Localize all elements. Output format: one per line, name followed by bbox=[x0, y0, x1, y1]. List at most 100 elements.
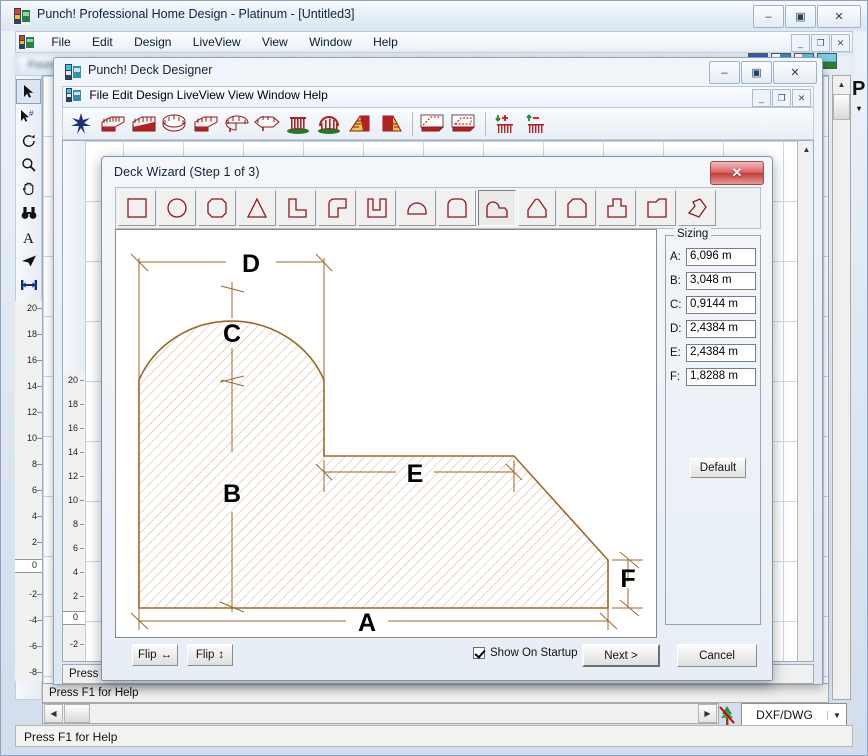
shape-square[interactable] bbox=[118, 190, 156, 226]
stairs-left-icon[interactable] bbox=[345, 110, 375, 138]
stairs-right-icon[interactable] bbox=[376, 110, 406, 138]
deck-designer-titlebar: Punch! Deck Designer – ▣ ✕ bbox=[54, 58, 822, 86]
flip-vertical-button[interactable]: Flip ↕ bbox=[187, 644, 233, 666]
sizing-input-d[interactable]: 2,4384 m bbox=[686, 320, 756, 338]
deck-menu-window[interactable]: Window bbox=[257, 88, 300, 102]
shape-chamfer-top[interactable] bbox=[558, 190, 596, 226]
plant-tool-icon[interactable] bbox=[717, 704, 737, 726]
close-button[interactable]: ✕ bbox=[817, 5, 861, 28]
shape-dome-step[interactable] bbox=[478, 190, 516, 226]
paper-plane-tool[interactable] bbox=[17, 249, 40, 272]
deck-vertical-scrollbar[interactable]: ▲ bbox=[797, 141, 813, 661]
deck-plan-icon[interactable] bbox=[418, 110, 448, 138]
zoom-tool[interactable] bbox=[17, 153, 40, 176]
default-button[interactable]: Default bbox=[690, 458, 746, 478]
show-on-startup-checkbox[interactable] bbox=[473, 647, 485, 659]
pan-hand-tool[interactable] bbox=[17, 177, 40, 200]
wizard-close-button[interactable]: ✕ bbox=[710, 161, 764, 185]
shape-u[interactable] bbox=[358, 190, 396, 226]
deck-menu-view[interactable]: View bbox=[228, 88, 254, 102]
sizing-input-e[interactable]: 2,4384 m bbox=[686, 344, 756, 362]
deck-menu-design[interactable]: Design bbox=[136, 88, 173, 102]
sizing-input-f[interactable]: 1,8288 m bbox=[686, 368, 756, 386]
ruler-label: 16 bbox=[27, 355, 37, 365]
punch-logo-button[interactable]: P▾ bbox=[852, 79, 866, 113]
shape-flask[interactable] bbox=[598, 190, 636, 226]
export-format-combo[interactable]: DXF/DWG ▼ bbox=[741, 703, 847, 727]
deck-rect2-icon[interactable] bbox=[128, 110, 158, 138]
scroll-up-icon[interactable]: ▲ bbox=[833, 76, 850, 92]
scroll-thumb[interactable] bbox=[833, 94, 850, 120]
select-multiple-tool[interactable]: # bbox=[17, 105, 40, 128]
rotate-tool[interactable] bbox=[17, 129, 40, 152]
deck-angled-icon[interactable] bbox=[190, 110, 220, 138]
menu-window[interactable]: Window bbox=[300, 32, 361, 52]
flip-horizontal-button[interactable]: Flip ↔ bbox=[132, 644, 178, 666]
sizing-input-a[interactable]: 6,096 m bbox=[686, 248, 756, 266]
lower-deck-icon[interactable] bbox=[522, 110, 552, 138]
deck-ruler-label: 2 bbox=[73, 591, 78, 601]
deck-wizard-icon[interactable] bbox=[66, 110, 96, 138]
shape-ell[interactable] bbox=[278, 190, 316, 226]
railing-curved-icon[interactable] bbox=[314, 110, 344, 138]
shape-circle[interactable] bbox=[158, 190, 196, 226]
menu-file[interactable]: File bbox=[42, 32, 79, 52]
menu-design[interactable]: Design bbox=[125, 32, 180, 52]
deck-minimize-button[interactable]: – bbox=[709, 61, 740, 84]
deck-oval-icon[interactable] bbox=[159, 110, 189, 138]
deck-plan2-icon[interactable] bbox=[449, 110, 479, 138]
deck-maximize-button[interactable]: ▣ bbox=[741, 61, 772, 84]
shape-half-round[interactable] bbox=[398, 190, 436, 226]
raise-deck-icon[interactable] bbox=[491, 110, 521, 138]
deck-rect-icon[interactable] bbox=[97, 110, 127, 138]
mdi-minimize-button[interactable]: _ bbox=[791, 34, 810, 52]
dimension-label-a: A bbox=[358, 609, 376, 637]
deck-scroll-up-icon[interactable]: ▲ bbox=[798, 141, 814, 157]
sizing-input-b[interactable]: 3,048 m bbox=[686, 272, 756, 290]
shape-rounded-top[interactable] bbox=[438, 190, 476, 226]
shape-peak[interactable] bbox=[518, 190, 556, 226]
menu-edit[interactable]: Edit bbox=[83, 32, 122, 52]
deck-close-button[interactable]: ✕ bbox=[773, 61, 817, 84]
menu-help[interactable]: Help bbox=[364, 32, 407, 52]
menu-liveview[interactable]: LiveView bbox=[184, 32, 250, 52]
deck-pie-icon[interactable] bbox=[221, 110, 251, 138]
chevron-down-icon[interactable]: ▼ bbox=[827, 711, 846, 720]
sizing-label-c: C: bbox=[670, 299, 686, 311]
hscroll-thumb[interactable] bbox=[64, 704, 90, 723]
screen: Punch! Professional Home Design - Platin… bbox=[0, 0, 868, 756]
deck-mdi-restore-button[interactable]: ❐ bbox=[772, 89, 791, 107]
maximize-button[interactable]: ▣ bbox=[785, 5, 816, 28]
deck-menu-help[interactable]: Help bbox=[303, 88, 328, 102]
deck-designer-title: Punch! Deck Designer bbox=[88, 63, 212, 77]
deck-mdi-minimize-button[interactable]: _ bbox=[752, 89, 771, 107]
deck-menu-liveview[interactable]: LiveView bbox=[177, 88, 225, 102]
next-button[interactable]: Next > bbox=[582, 644, 660, 667]
deck-mdi-close-button[interactable]: ✕ bbox=[792, 89, 811, 107]
scroll-right-icon[interactable]: ▶ bbox=[698, 704, 717, 723]
binoculars-tool[interactable] bbox=[17, 201, 40, 224]
shape-octagon[interactable] bbox=[198, 190, 236, 226]
deck-menu-edit[interactable]: Edit bbox=[112, 88, 133, 102]
sizing-input-c[interactable]: 0,9144 m bbox=[686, 296, 756, 314]
mdi-close-button[interactable]: ✕ bbox=[831, 34, 850, 52]
dimension-tool[interactable] bbox=[17, 273, 40, 296]
document-horizontal-scrollbar[interactable]: ◀ ▶ bbox=[42, 703, 719, 724]
shape-corner-cut[interactable] bbox=[638, 190, 676, 226]
main-vertical-scrollbar[interactable]: ▲ bbox=[832, 75, 851, 700]
toolbar-separator bbox=[485, 112, 486, 136]
menu-view[interactable]: View bbox=[253, 32, 297, 52]
select-arrow-tool[interactable] bbox=[16, 79, 41, 104]
text-tool[interactable]: A bbox=[17, 225, 40, 248]
deck-octagon-icon[interactable] bbox=[252, 110, 282, 138]
shape-ell-rounded[interactable] bbox=[318, 190, 356, 226]
shape-triangle[interactable] bbox=[238, 190, 276, 226]
show-on-startup-row[interactable]: Show On Startup bbox=[473, 647, 578, 659]
minimize-button[interactable]: – bbox=[753, 5, 784, 28]
cancel-button[interactable]: Cancel bbox=[677, 644, 757, 667]
railing-straight-icon[interactable] bbox=[283, 110, 313, 138]
scroll-left-icon[interactable]: ◀ bbox=[44, 704, 63, 723]
shape-angled-poly[interactable] bbox=[678, 190, 716, 226]
deck-menu-file[interactable]: File bbox=[89, 88, 108, 102]
mdi-restore-button[interactable]: ❐ bbox=[811, 34, 830, 52]
